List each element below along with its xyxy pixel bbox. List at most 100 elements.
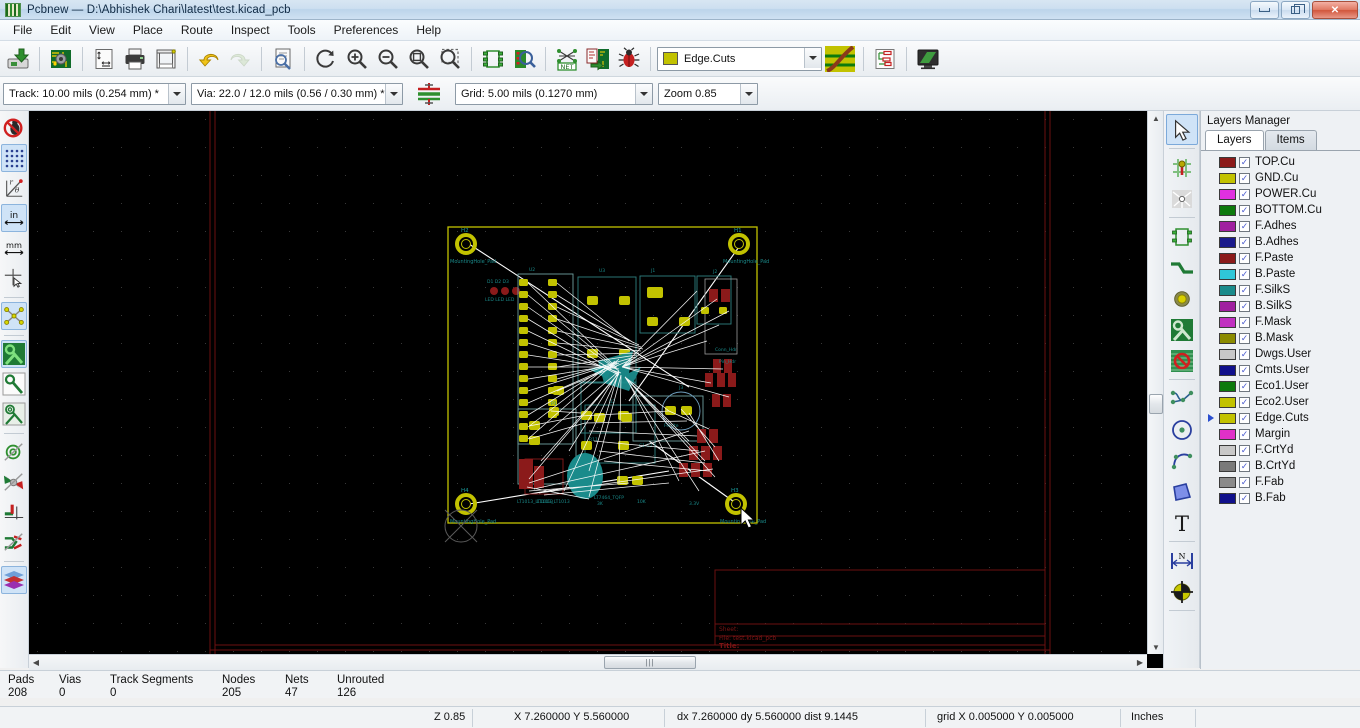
menu-preferences[interactable]: Preferences — [325, 21, 408, 39]
layer-row[interactable]: ✓ Eco2.User — [1201, 394, 1360, 410]
layer-color-swatch[interactable] — [1219, 284, 1236, 296]
route-track-icon[interactable] — [1166, 252, 1198, 283]
chevron-down-icon[interactable] — [740, 83, 757, 104]
layer-visibility-checkbox[interactable]: ✓ — [1239, 220, 1250, 232]
layer-visibility-checkbox[interactable]: ✓ — [1239, 284, 1250, 296]
layer-color-swatch[interactable] — [1219, 428, 1236, 440]
layer-visibility-checkbox[interactable]: ✓ — [1239, 204, 1250, 216]
layer-color-swatch[interactable] — [1219, 396, 1236, 408]
print-icon[interactable] — [120, 43, 150, 75]
layer-row[interactable]: ✓ Margin — [1201, 426, 1360, 442]
horizontal-scroll-thumb[interactable]: ||| — [604, 656, 696, 669]
chevron-down-icon[interactable] — [635, 83, 652, 104]
add-filled-shape-icon[interactable] — [1166, 476, 1198, 507]
layer-color-swatch[interactable] — [1219, 412, 1236, 424]
drc-warnings-toggle-icon[interactable] — [1, 114, 27, 142]
tracks-sketch-icon[interactable] — [1, 498, 27, 526]
refresh-icon[interactable] — [311, 43, 341, 75]
vias-sketch-icon[interactable] — [1, 468, 27, 496]
scroll-down-arrow-icon[interactable]: ▼ — [1148, 640, 1164, 654]
layer-row[interactable]: ✓ B.Fab — [1201, 490, 1360, 506]
layer-row[interactable]: ✓ Dwgs.User — [1201, 346, 1360, 362]
local-ratsnest-icon[interactable] — [1166, 152, 1198, 183]
layer-row[interactable]: ✓ POWER.Cu — [1201, 186, 1360, 202]
layer-visibility-checkbox[interactable]: ✓ — [1239, 476, 1250, 488]
layer-color-swatch[interactable] — [1219, 252, 1236, 264]
layer-visibility-checkbox[interactable]: ✓ — [1239, 412, 1250, 424]
canvas-vertical-scrollbar[interactable]: ▲ ▼ — [1147, 111, 1163, 654]
layer-color-swatch[interactable] — [1219, 444, 1236, 456]
find-icon[interactable] — [268, 43, 298, 75]
layer-visibility-checkbox[interactable]: ✓ — [1239, 380, 1250, 392]
outline-zones-icon[interactable] — [1, 370, 27, 398]
chevron-down-icon[interactable] — [804, 47, 821, 68]
canvas-horizontal-scrollbar[interactable]: ◀ ||| ▶ — [29, 654, 1147, 670]
netlist-icon[interactable]: NET — [552, 43, 582, 75]
track-via-properties-icon[interactable] — [414, 78, 444, 110]
menu-inspect[interactable]: Inspect — [222, 21, 279, 39]
layer-visibility-checkbox[interactable]: ✓ — [1239, 444, 1250, 456]
add-arc-icon[interactable] — [1166, 445, 1198, 476]
layer-color-swatch[interactable] — [1219, 476, 1236, 488]
layer-row[interactable]: ✓ B.SilkS — [1201, 298, 1360, 314]
vertical-scroll-thumb[interactable] — [1149, 394, 1163, 414]
layer-color-swatch[interactable] — [1219, 300, 1236, 312]
layer-row[interactable]: ✓ Cmts.User — [1201, 362, 1360, 378]
close-button[interactable]: ✕ — [1312, 1, 1358, 19]
layer-visibility-checkbox[interactable]: ✓ — [1239, 252, 1250, 264]
track-width-selector[interactable]: Track: 10.00 mils (0.254 mm) * — [3, 82, 186, 105]
zoom-fit-icon[interactable] — [404, 43, 434, 75]
polar-coordinates-icon[interactable]: r θ — [1, 174, 27, 202]
layer-row[interactable]: ✓ B.Adhes — [1201, 234, 1360, 250]
add-footprint-icon[interactable] — [1166, 221, 1198, 252]
sketch-zones-icon[interactable] — [1, 400, 27, 428]
layer-row[interactable]: ✓ F.Adhes — [1201, 218, 1360, 234]
drc-icon[interactable] — [614, 43, 644, 75]
layer-row[interactable]: ✓ F.SilkS — [1201, 282, 1360, 298]
layer-color-swatch[interactable] — [1219, 188, 1236, 200]
chevron-down-icon[interactable] — [168, 83, 185, 104]
add-zone-icon[interactable] — [1166, 314, 1198, 345]
layer-row[interactable]: ✓ B.Paste — [1201, 266, 1360, 282]
menu-help[interactable]: Help — [407, 21, 450, 39]
layer-row[interactable]: ✓ B.Mask — [1201, 330, 1360, 346]
add-keepout-zone-icon[interactable] — [1166, 345, 1198, 376]
layer-color-swatch[interactable] — [1219, 220, 1236, 232]
layer-visibility-checkbox[interactable]: ✓ — [1239, 460, 1250, 472]
menu-place[interactable]: Place — [124, 21, 172, 39]
scroll-left-arrow-icon[interactable]: ◀ — [29, 655, 43, 670]
layer-visibility-checkbox[interactable]: ✓ — [1239, 316, 1250, 328]
menu-view[interactable]: View — [80, 21, 124, 39]
layer-color-swatch[interactable] — [1219, 380, 1236, 392]
net-highlight-icon[interactable] — [870, 43, 900, 75]
layer-visibility-checkbox[interactable]: ✓ — [1239, 492, 1250, 504]
plot-icon[interactable] — [151, 43, 181, 75]
fill-zones-icon[interactable] — [1, 340, 27, 368]
layer-color-swatch[interactable] — [1219, 492, 1236, 504]
layer-color-swatch[interactable] — [1219, 332, 1236, 344]
zoom-out-icon[interactable] — [373, 43, 403, 75]
scroll-right-arrow-icon[interactable]: ▶ — [1133, 655, 1147, 670]
layer-row[interactable]: ✓ GND.Cu — [1201, 170, 1360, 186]
scroll-up-arrow-icon[interactable]: ▲ — [1148, 111, 1164, 125]
add-dimension-icon[interactable]: N — [1166, 545, 1198, 576]
minimize-button[interactable] — [1250, 1, 1279, 19]
layer-visibility-checkbox[interactable]: ✓ — [1239, 172, 1250, 184]
menu-file[interactable]: File — [4, 21, 41, 39]
pads-sketch-icon[interactable] — [1, 438, 27, 466]
layer-color-swatch[interactable] — [1219, 316, 1236, 328]
add-circle-icon[interactable] — [1166, 414, 1198, 445]
tab-items[interactable]: Items — [1264, 130, 1317, 150]
show-ratsnest-icon[interactable] — [1, 302, 27, 330]
zoom-in-icon[interactable] — [342, 43, 372, 75]
layer-visibility-checkbox[interactable]: ✓ — [1239, 348, 1250, 360]
highlight-net-icon[interactable] — [1166, 183, 1198, 214]
layer-visibility-checkbox[interactable]: ✓ — [1239, 364, 1250, 376]
layer-row[interactable]: ✓ Eco1.User — [1201, 378, 1360, 394]
layer-color-swatch[interactable] — [1219, 364, 1236, 376]
layer-visibility-checkbox[interactable]: ✓ — [1239, 268, 1250, 280]
zoom-area-icon[interactable] — [435, 43, 465, 75]
units-inches-icon[interactable]: in — [1, 204, 27, 232]
layer-row[interactable]: ✓ TOP.Cu — [1201, 154, 1360, 170]
zoom-selector[interactable]: Zoom 0.85 — [658, 82, 758, 105]
